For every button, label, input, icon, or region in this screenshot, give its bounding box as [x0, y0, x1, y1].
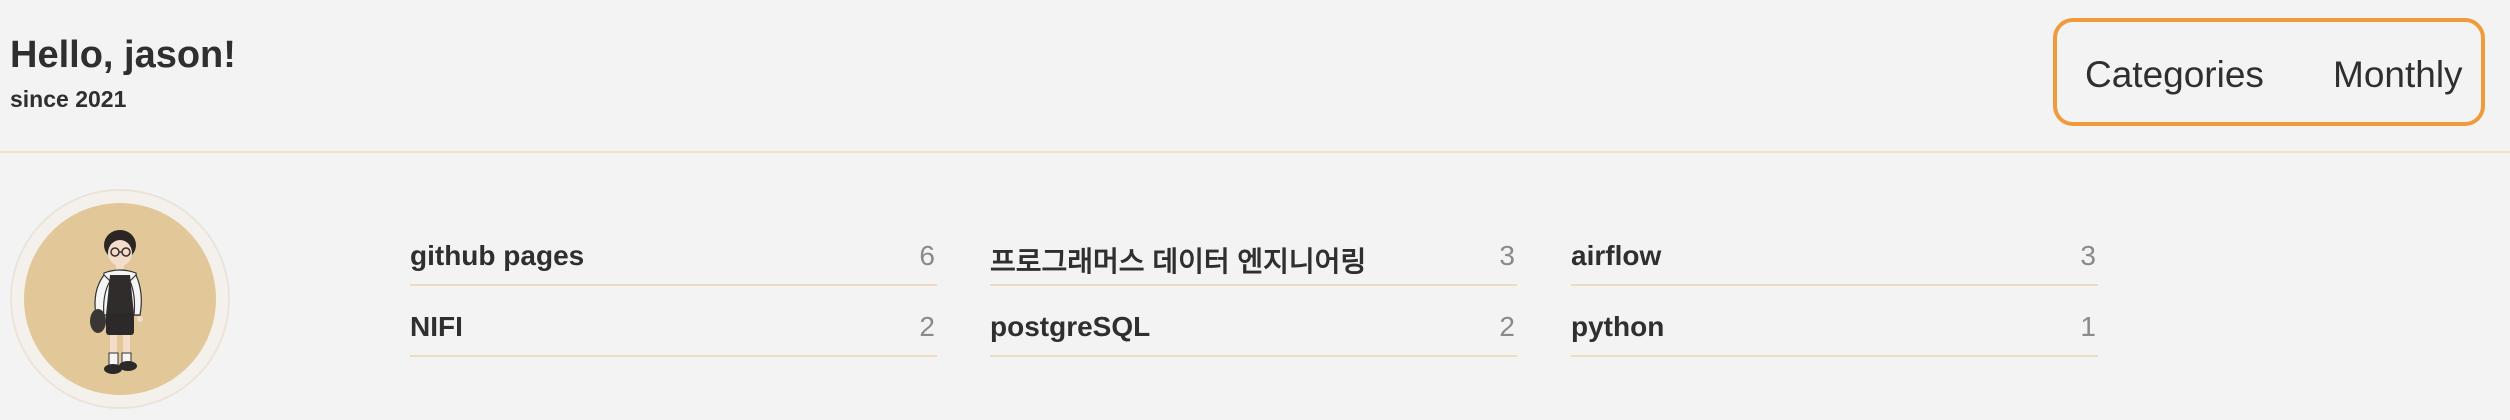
avatar-illustration — [90, 230, 143, 374]
category-name: NIFI — [410, 311, 463, 342]
category-item[interactable]: 프로그래머스 데이터 엔지니어링 3 — [990, 218, 1517, 286]
category-name: github pages — [410, 240, 585, 271]
category-name: 프로그래머스 데이터 엔지니어링 — [990, 246, 1367, 277]
category-name: postgreSQL — [990, 311, 1151, 342]
category-name: airflow — [1571, 240, 1662, 271]
header: Hello, jason! since 2021 Categories Mont… — [0, 0, 2510, 152]
category-count: 3 — [1499, 240, 1515, 271]
category-item[interactable]: airflow 3 — [1571, 218, 2098, 286]
category-item[interactable]: NIFI 2 — [410, 289, 937, 357]
category-item[interactable]: github pages 6 — [410, 218, 937, 286]
since-subtitle: since 2021 — [10, 86, 127, 112]
greeting-title: Hello, jason! — [10, 34, 236, 76]
page: Hello, jason! since 2021 Categories Mont… — [0, 0, 2510, 420]
category-count: 3 — [2080, 240, 2096, 271]
category-count: 1 — [2080, 311, 2096, 342]
category-item[interactable]: postgreSQL 2 — [990, 289, 1517, 357]
category-item[interactable]: python 1 — [1571, 289, 2098, 357]
category-count: 2 — [1499, 311, 1515, 342]
avatar-circle — [24, 203, 216, 395]
nav-box: Categories Monthly — [2053, 18, 2485, 126]
category-count: 6 — [919, 240, 935, 271]
avatar — [10, 189, 230, 409]
category-name: python — [1571, 311, 1665, 342]
nav-categories-link[interactable]: Categories — [2085, 54, 2264, 96]
category-count: 2 — [919, 311, 935, 342]
header-divider — [0, 151, 2510, 153]
nav-monthly-link[interactable]: Monthly — [2333, 54, 2463, 96]
